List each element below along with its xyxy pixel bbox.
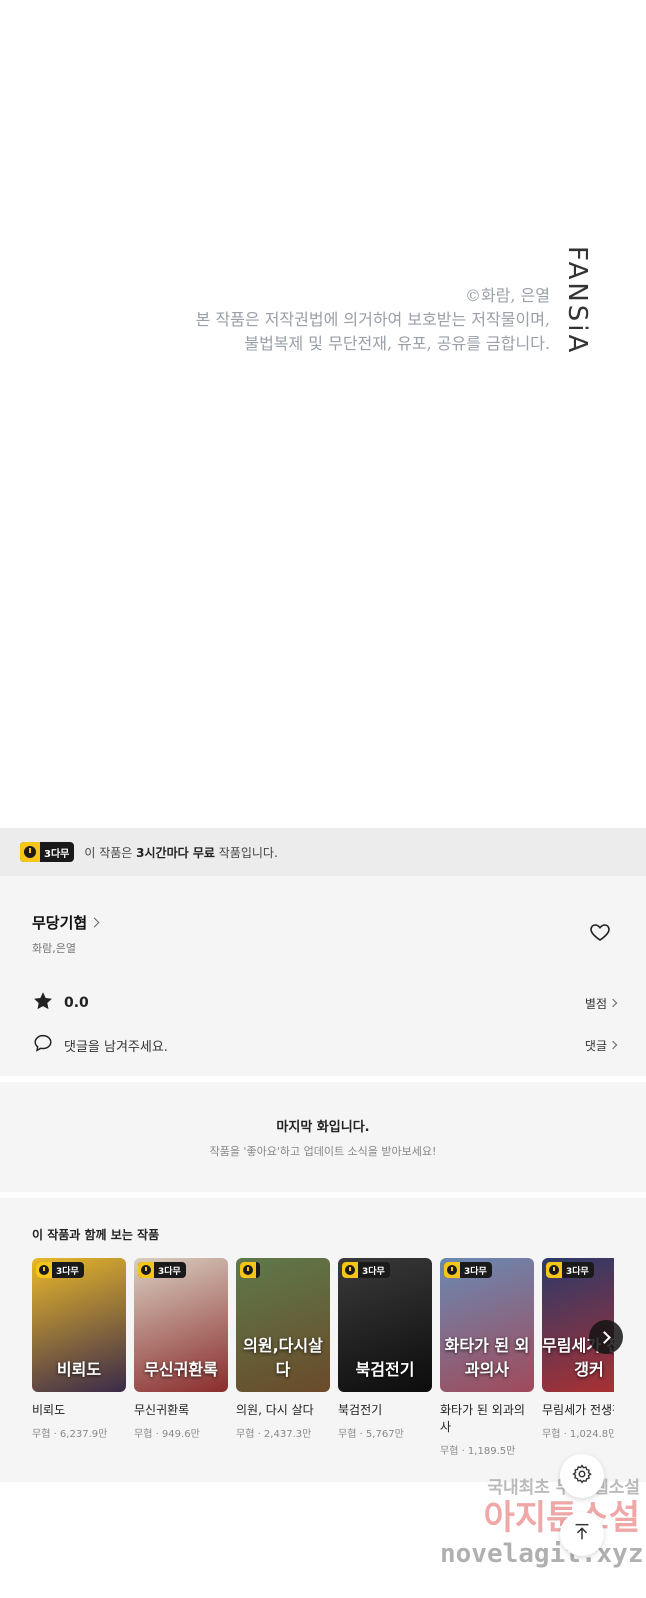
- clock-icon: [546, 1262, 562, 1278]
- clock-icon: [240, 1262, 256, 1278]
- watermark-line-2: 아지툰소설: [483, 1498, 640, 1538]
- badge-label: 3다무: [566, 1266, 589, 1277]
- rating-value: 0.0: [64, 995, 89, 1011]
- work-info-section: 무당기협 화람,은열 0.0 별점 댓글을 남겨주세요. 댓글: [0, 876, 646, 1076]
- work-author: 화람,은열: [32, 942, 76, 955]
- chevron-right-icon: [608, 998, 618, 1008]
- recommendations-section: 이 작품과 함께 보는 작품 3다무 비뢰도 비뢰도 무협 · 6,237.9만 3다무…: [0, 1198, 646, 1482]
- cover-title-art: 화타가 된 외과의사: [444, 1336, 530, 1379]
- badge-label: 3다무: [362, 1266, 385, 1277]
- clock-icon: [138, 1262, 154, 1278]
- watermark-line-3: novelagit.xyz: [440, 1539, 644, 1569]
- clock-icon: [444, 1262, 460, 1278]
- card-title: 무신귀환록: [134, 1403, 190, 1417]
- last-episode-title: 마지막 화입니다.: [276, 1120, 370, 1135]
- recommendations-list: 3다무 비뢰도 비뢰도 무협 · 6,237.9만 3다무 무신귀환록 무신귀환록 무협 · …: [32, 1258, 614, 1478]
- recommendation-card[interactable]: 의원,다시살다의원, 다시 살다무협 · 2,437.3만: [236, 1258, 330, 1440]
- card-title: 무림세가 전생갱커: [542, 1403, 614, 1417]
- star-icon: [32, 990, 54, 1016]
- next-arrow-button[interactable]: [589, 1320, 623, 1354]
- settings-button[interactable]: [560, 1454, 604, 1498]
- heart-outline-icon[interactable]: [588, 920, 612, 944]
- recommendation-card[interactable]: 3다무 화타가 된 외과의사 화타가 된 외과의사 무협 · 1,189.5만: [440, 1258, 534, 1457]
- badge-label: 3다무: [464, 1266, 487, 1277]
- cover-title-art: 의원,다시살다: [243, 1336, 323, 1379]
- speech-bubble-icon: [32, 1032, 54, 1058]
- 3dawu-badge: 3다무: [444, 1262, 492, 1278]
- recommendation-card[interactable]: 3다무 비뢰도 비뢰도 무협 · 6,237.9만: [32, 1258, 126, 1440]
- card-meta: 무협 · 5,767만: [338, 1429, 404, 1440]
- last-episode-subtitle: 작품을 '좋아요'하고 업데이트 소식을 받아보세요!: [209, 1145, 437, 1158]
- banner-text: 이 작품은 3시간마다 무료 작품입니다.: [84, 844, 277, 861]
- card-meta: 무협 · 2,437.3만: [236, 1429, 312, 1440]
- 3dawu-badge: [240, 1262, 260, 1278]
- recommendation-card[interactable]: 3다무 무신귀환록 무신귀환록 무협 · 949.6만: [134, 1258, 228, 1440]
- cover-thumbnail: 3다무비뢰도: [32, 1258, 126, 1392]
- badge-label: 3다무: [158, 1266, 181, 1277]
- cover-thumbnail: 의원,다시살다: [236, 1258, 330, 1392]
- recommendation-card[interactable]: 3다무 북검전기 북검전기 무협 · 5,767만: [338, 1258, 432, 1440]
- watermark-line-1: 국내최초 무료 웹소설: [487, 1478, 640, 1498]
- clock-icon: [36, 1262, 52, 1278]
- copyright-line-1: ©화람, 은열: [464, 286, 550, 305]
- 3dawu-badge: 3다무: [546, 1262, 594, 1278]
- copyright-notice: ©화람, 은열 본 작품은 저작권법에 의거하여 보호받는 저작물이며, 불법복…: [196, 284, 550, 356]
- card-title: 의원, 다시 살다: [236, 1403, 314, 1417]
- cover-title-art: 비뢰도: [56, 1360, 102, 1379]
- chevron-right-icon: [608, 1040, 618, 1050]
- scroll-top-button[interactable]: [560, 1512, 604, 1556]
- banner-text-bold: 3시간마다 무료: [136, 845, 215, 860]
- last-episode-section: 마지막 화입니다. 작품을 '좋아요'하고 업데이트 소식을 받아보세요!: [0, 1082, 646, 1192]
- 3dawu-badge: 3다무: [36, 1262, 84, 1278]
- card-title: 북검전기: [338, 1403, 383, 1417]
- 3dawu-badge: 3다무: [20, 842, 75, 862]
- arrow-up-icon: [571, 1521, 593, 1547]
- copyright-line-2: 본 작품은 저작권법에 의거하여 보호받는 저작물이며,: [195, 310, 550, 329]
- rating-link[interactable]: 별점: [584, 995, 618, 1012]
- free-banner: 3다무 이 작품은 3시간마다 무료 작품입니다.: [0, 828, 646, 876]
- cover-thumbnail: 3다무북검전기: [338, 1258, 432, 1392]
- banner-text-prefix: 이 작품은: [84, 845, 137, 860]
- card-meta: 무협 · 6,237.9만: [32, 1429, 108, 1440]
- comment-prompt: 댓글을 남겨주세요.: [64, 1039, 168, 1055]
- cover-thumbnail: 3다무무신귀환록: [134, 1258, 228, 1392]
- 3dawu-badge: 3다무: [138, 1262, 186, 1278]
- copyright-line-3: 불법복제 및 무단전재, 유포, 공유를 금합니다.: [244, 334, 550, 353]
- rating-link-label: 별점: [584, 996, 607, 1011]
- cover-title-art: 북검전기: [355, 1360, 415, 1379]
- badge-label: 3다무: [44, 848, 70, 860]
- comic-end-page: ©화람, 은열 본 작품은 저작권법에 의거하여 보호받는 저작물이며, 불법복…: [0, 0, 646, 828]
- recommendations-title: 이 작품과 함께 보는 작품: [32, 1228, 160, 1242]
- card-title: 화타가 된 외과의사: [440, 1403, 525, 1434]
- 3dawu-badge: 3다무: [342, 1262, 390, 1278]
- cover-thumbnail: 3다무화타가 된 외과의사: [440, 1258, 534, 1392]
- card-meta: 무협 · 949.6만: [134, 1429, 200, 1440]
- comment-link-label: 댓글: [584, 1038, 607, 1053]
- gear-icon: [571, 1463, 593, 1489]
- rating-row: 0.0 별점: [32, 990, 618, 1016]
- clock-icon: [20, 842, 40, 862]
- chevron-right-icon: [597, 1330, 611, 1344]
- cover-title-art: 무신귀환록: [144, 1360, 218, 1379]
- comment-link[interactable]: 댓글: [584, 1037, 618, 1054]
- brand-logo: FANSiA: [562, 246, 592, 356]
- badge-label: 3다무: [56, 1266, 79, 1277]
- work-title-link[interactable]: 무당기협: [32, 912, 100, 933]
- work-title: 무당기협: [32, 914, 88, 932]
- card-meta: 무협 · 1,024.8만: [542, 1429, 614, 1440]
- clock-icon: [342, 1262, 358, 1278]
- card-title: 비뢰도: [32, 1403, 66, 1417]
- card-meta: 무협 · 1,189.5만: [440, 1446, 516, 1457]
- watermark: 국내최초 무료 웹소설 아지툰소설 novelagit.xyz: [440, 1478, 644, 1569]
- chevron-right-icon: [89, 917, 100, 928]
- comment-row[interactable]: 댓글을 남겨주세요. 댓글: [32, 1032, 618, 1058]
- banner-text-suffix: 작품입니다.: [214, 845, 278, 860]
